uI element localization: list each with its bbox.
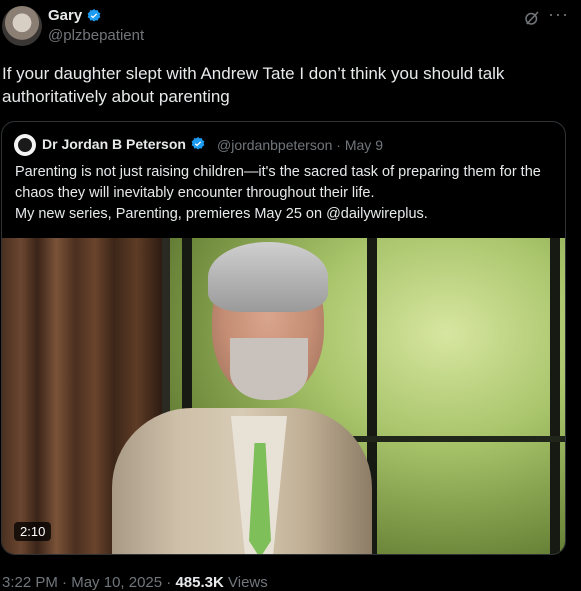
window-frame (550, 238, 560, 554)
footer-separator: · (166, 574, 172, 591)
views-count: 485.3K (175, 574, 224, 591)
quoted-name-row[interactable]: Dr Jordan B Peterson (42, 136, 206, 152)
author-name[interactable]: Gary (48, 7, 82, 24)
author-avatar[interactable] (2, 6, 42, 46)
quoted-avatar-logo (18, 138, 32, 152)
quoted-date[interactable]: May 9 (345, 137, 383, 153)
quoted-separator: · (336, 137, 341, 153)
quoted-text-line1: Parenting is not just raising children—i… (15, 164, 541, 201)
verified-badge-icon (191, 137, 205, 150)
quoted-text: Parenting is not just raising children—i… (15, 162, 560, 225)
tweet-text: If your daughter slept with Andrew Tate … (2, 64, 505, 106)
video-player[interactable]: 2:10 (2, 238, 565, 554)
video-duration: 2:10 (14, 522, 52, 541)
person-beard (230, 338, 308, 400)
tweet-time[interactable]: 3:22 PM (2, 574, 58, 591)
quoted-avatar[interactable] (14, 134, 36, 156)
tweet-footer: 3:22 PM · May 10, 2025 · 485.3K Views (2, 574, 268, 591)
author-handle[interactable]: @plzbepatient (48, 27, 144, 44)
quoted-meta: @jordanbpeterson · May 9 (217, 137, 383, 153)
verified-badge-icon (87, 8, 101, 22)
tweet-date[interactable]: May 10, 2025 (71, 574, 162, 591)
more-icon[interactable]: ··· (548, 4, 569, 25)
quoted-text-line2: My new series, Parenting, premieres May … (15, 206, 428, 222)
quoted-tweet[interactable]: Dr Jordan B Peterson @jordanbpeterson · … (1, 121, 566, 555)
person-hair (208, 242, 328, 312)
author-name-row[interactable]: Gary (48, 7, 102, 24)
quoted-handle[interactable]: @jordanbpeterson (217, 137, 332, 153)
views-label: Views (228, 574, 268, 591)
grok-icon[interactable] (523, 9, 541, 27)
footer-separator: · (62, 574, 68, 591)
quoted-name[interactable]: Dr Jordan B Peterson (42, 136, 186, 152)
